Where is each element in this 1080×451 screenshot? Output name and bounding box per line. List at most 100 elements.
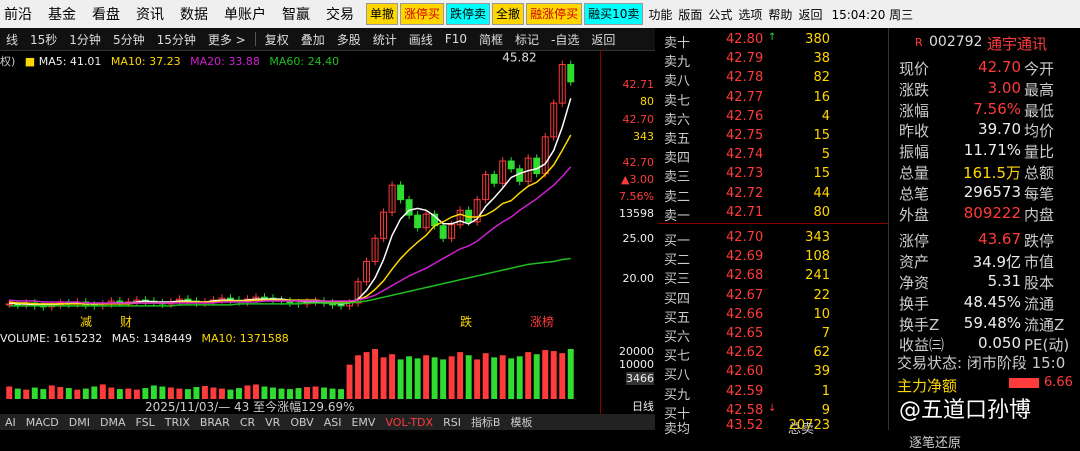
indicator-tab-8[interactable]: VR: [260, 416, 285, 429]
quick-trade-button-5[interactable]: 融买10卖: [584, 3, 644, 25]
event-marker[interactable]: 跌: [460, 314, 472, 329]
bid-row[interactable]: 买二 42.69 108: [658, 249, 888, 269]
indicator-tab-10[interactable]: ASI: [319, 416, 347, 429]
indicator-tab-6[interactable]: BRAR: [195, 416, 235, 429]
price-chart[interactable]: 45.82 减 财 跌 涨榜: [0, 50, 600, 330]
period-more[interactable]: 更多 >: [202, 31, 252, 48]
level-price: 42.79: [726, 51, 764, 67]
indicator-tab-5[interactable]: TRIX: [160, 416, 195, 429]
indicator-tab-2[interactable]: DMI: [64, 416, 95, 429]
volume-ma5: MA5: 1348449: [111, 332, 192, 345]
menu-help[interactable]: 帮助: [765, 6, 795, 23]
candle-body: [439, 225, 447, 239]
ask-row[interactable]: 卖二 42.72 44: [658, 186, 888, 206]
tool-overlay[interactable]: 叠加: [295, 31, 331, 48]
volume-bar: [482, 353, 489, 399]
indicator-tab-4[interactable]: FSL: [130, 416, 159, 429]
ask-row[interactable]: 卖八 42.78 82: [658, 70, 888, 90]
menu-item-news[interactable]: 资讯: [132, 4, 176, 24]
bid-row[interactable]: 买四 42.67 22: [658, 288, 888, 308]
tool-stats[interactable]: 统计: [367, 31, 403, 48]
quote-key-right: 市值: [1024, 253, 1055, 272]
menu-options[interactable]: 选项: [735, 6, 765, 23]
tool-adjust[interactable]: 复权: [259, 31, 295, 48]
event-marker[interactable]: 涨榜: [530, 314, 554, 329]
ask-row[interactable]: 卖一 42.71 80: [658, 205, 888, 225]
bid-row[interactable]: 买七 42.62 62: [658, 345, 888, 365]
volume-chart[interactable]: [0, 345, 600, 399]
tool-mark[interactable]: 标记: [509, 31, 545, 48]
menu-function[interactable]: 功能: [645, 6, 675, 23]
bid-row[interactable]: 买五 42.66 10: [658, 307, 888, 327]
ask-row[interactable]: 卖七 42.77 16: [658, 90, 888, 110]
tool-watchlist[interactable]: -自选: [545, 31, 585, 48]
indicator-tab-13[interactable]: RSI: [438, 416, 466, 429]
quick-trade-button-2[interactable]: 跌停卖: [446, 3, 491, 25]
menu-item-data[interactable]: 数据: [176, 4, 220, 24]
indicator-tab-0[interactable]: AI: [0, 416, 21, 429]
bid-row[interactable]: 买八 42.60 39: [658, 364, 888, 384]
quick-trade-button-3[interactable]: 全撤: [492, 3, 525, 25]
indicator-tab-14[interactable]: 指标B: [466, 414, 506, 430]
ask-row[interactable]: 卖十 42.80 ↑ 380: [658, 32, 888, 52]
level-label: 卖七: [664, 93, 691, 109]
level-flag: ↑: [768, 32, 777, 43]
bid-row[interactable]: 买一 42.70 343: [658, 230, 888, 250]
ask-row[interactable]: 卖四 42.74 5: [658, 147, 888, 167]
ask-row[interactable]: 卖六 42.76 4: [658, 109, 888, 129]
level-volume: 9: [821, 402, 830, 418]
tool-simple[interactable]: 简框: [473, 31, 509, 48]
quote-row: 外盘 809222 内盘: [889, 204, 1080, 225]
volume-bar: [525, 352, 532, 399]
ask-row[interactable]: 卖五 42.75 15: [658, 128, 888, 148]
level-price: 42.71: [726, 204, 764, 220]
menu-back[interactable]: 返回: [795, 6, 825, 23]
indicator-tab-3[interactable]: DMA: [95, 416, 131, 429]
period-15m[interactable]: 15分钟: [151, 31, 202, 48]
quick-trade-button-0[interactable]: 单撤: [366, 3, 399, 25]
menu-item-single-account[interactable]: 单账户: [220, 4, 278, 24]
menu-formula[interactable]: 公式: [705, 6, 735, 23]
tool-f10[interactable]: F10: [439, 32, 473, 46]
period-1m[interactable]: 1分钟: [63, 31, 107, 48]
menu-item-smartwin[interactable]: 智赢: [278, 4, 322, 24]
menu-item-watch[interactable]: 看盘: [88, 4, 132, 24]
vol-current: 3466: [626, 372, 654, 385]
quick-trade-button-4[interactable]: 融涨停买: [526, 3, 583, 25]
quick-trade-button-1[interactable]: 涨停买: [400, 3, 445, 25]
bid-row[interactable]: 买九 42.59 1: [658, 384, 888, 404]
tick-replay[interactable]: 逐笔还原: [909, 432, 961, 451]
level-volume: 15: [813, 128, 830, 143]
period-15s[interactable]: 15秒: [24, 31, 63, 48]
period-day-label[interactable]: 日线: [632, 398, 654, 414]
ask-row[interactable]: 卖九 42.79 38: [658, 51, 888, 71]
tool-back[interactable]: 返回: [585, 31, 621, 48]
level-label: 卖四: [664, 151, 691, 167]
event-marker[interactable]: 财: [120, 315, 132, 329]
ask-row[interactable]: 卖三 42.73 15: [658, 166, 888, 186]
period-line[interactable]: 线: [0, 31, 24, 48]
indicator-tab-11[interactable]: EMV: [346, 416, 380, 429]
period-5m[interactable]: 5分钟: [107, 31, 151, 48]
quote-key-right: 量比: [1024, 143, 1055, 162]
tool-multi[interactable]: 多股: [331, 31, 367, 48]
bid-row[interactable]: 买三 42.68 241: [658, 268, 888, 288]
indicator-tab-12[interactable]: VOL-TDX: [380, 416, 438, 429]
indicator-tab-15[interactable]: 模板: [505, 414, 537, 430]
quote-panel: R 002792 通宇通讯 现价 42.70 今开 涨跌 3.00 最高 涨幅 7.56% 最低…: [888, 28, 1080, 451]
level-label: 买三: [664, 272, 691, 288]
menu-item-trade[interactable]: 交易: [322, 4, 366, 24]
tool-draw[interactable]: 画线: [403, 31, 439, 48]
menu-item-fund[interactable]: 基金: [44, 4, 88, 24]
stock-name: 通宇通讯: [987, 35, 1048, 53]
volume-bar: [91, 386, 98, 399]
quote-row: 总笔 296573 每笔: [889, 183, 1080, 204]
menu-layout[interactable]: 版面: [675, 6, 705, 23]
indicator-tab-1[interactable]: MACD: [21, 416, 64, 429]
indicator-tab-9[interactable]: OBV: [285, 416, 318, 429]
indicator-tab-7[interactable]: CR: [235, 416, 260, 429]
bid-row[interactable]: 买六 42.65 7: [658, 326, 888, 346]
menu-item-frontier[interactable]: 前沿: [0, 4, 44, 24]
level-price: 42.73: [726, 166, 764, 182]
event-marker[interactable]: 减: [80, 315, 92, 329]
